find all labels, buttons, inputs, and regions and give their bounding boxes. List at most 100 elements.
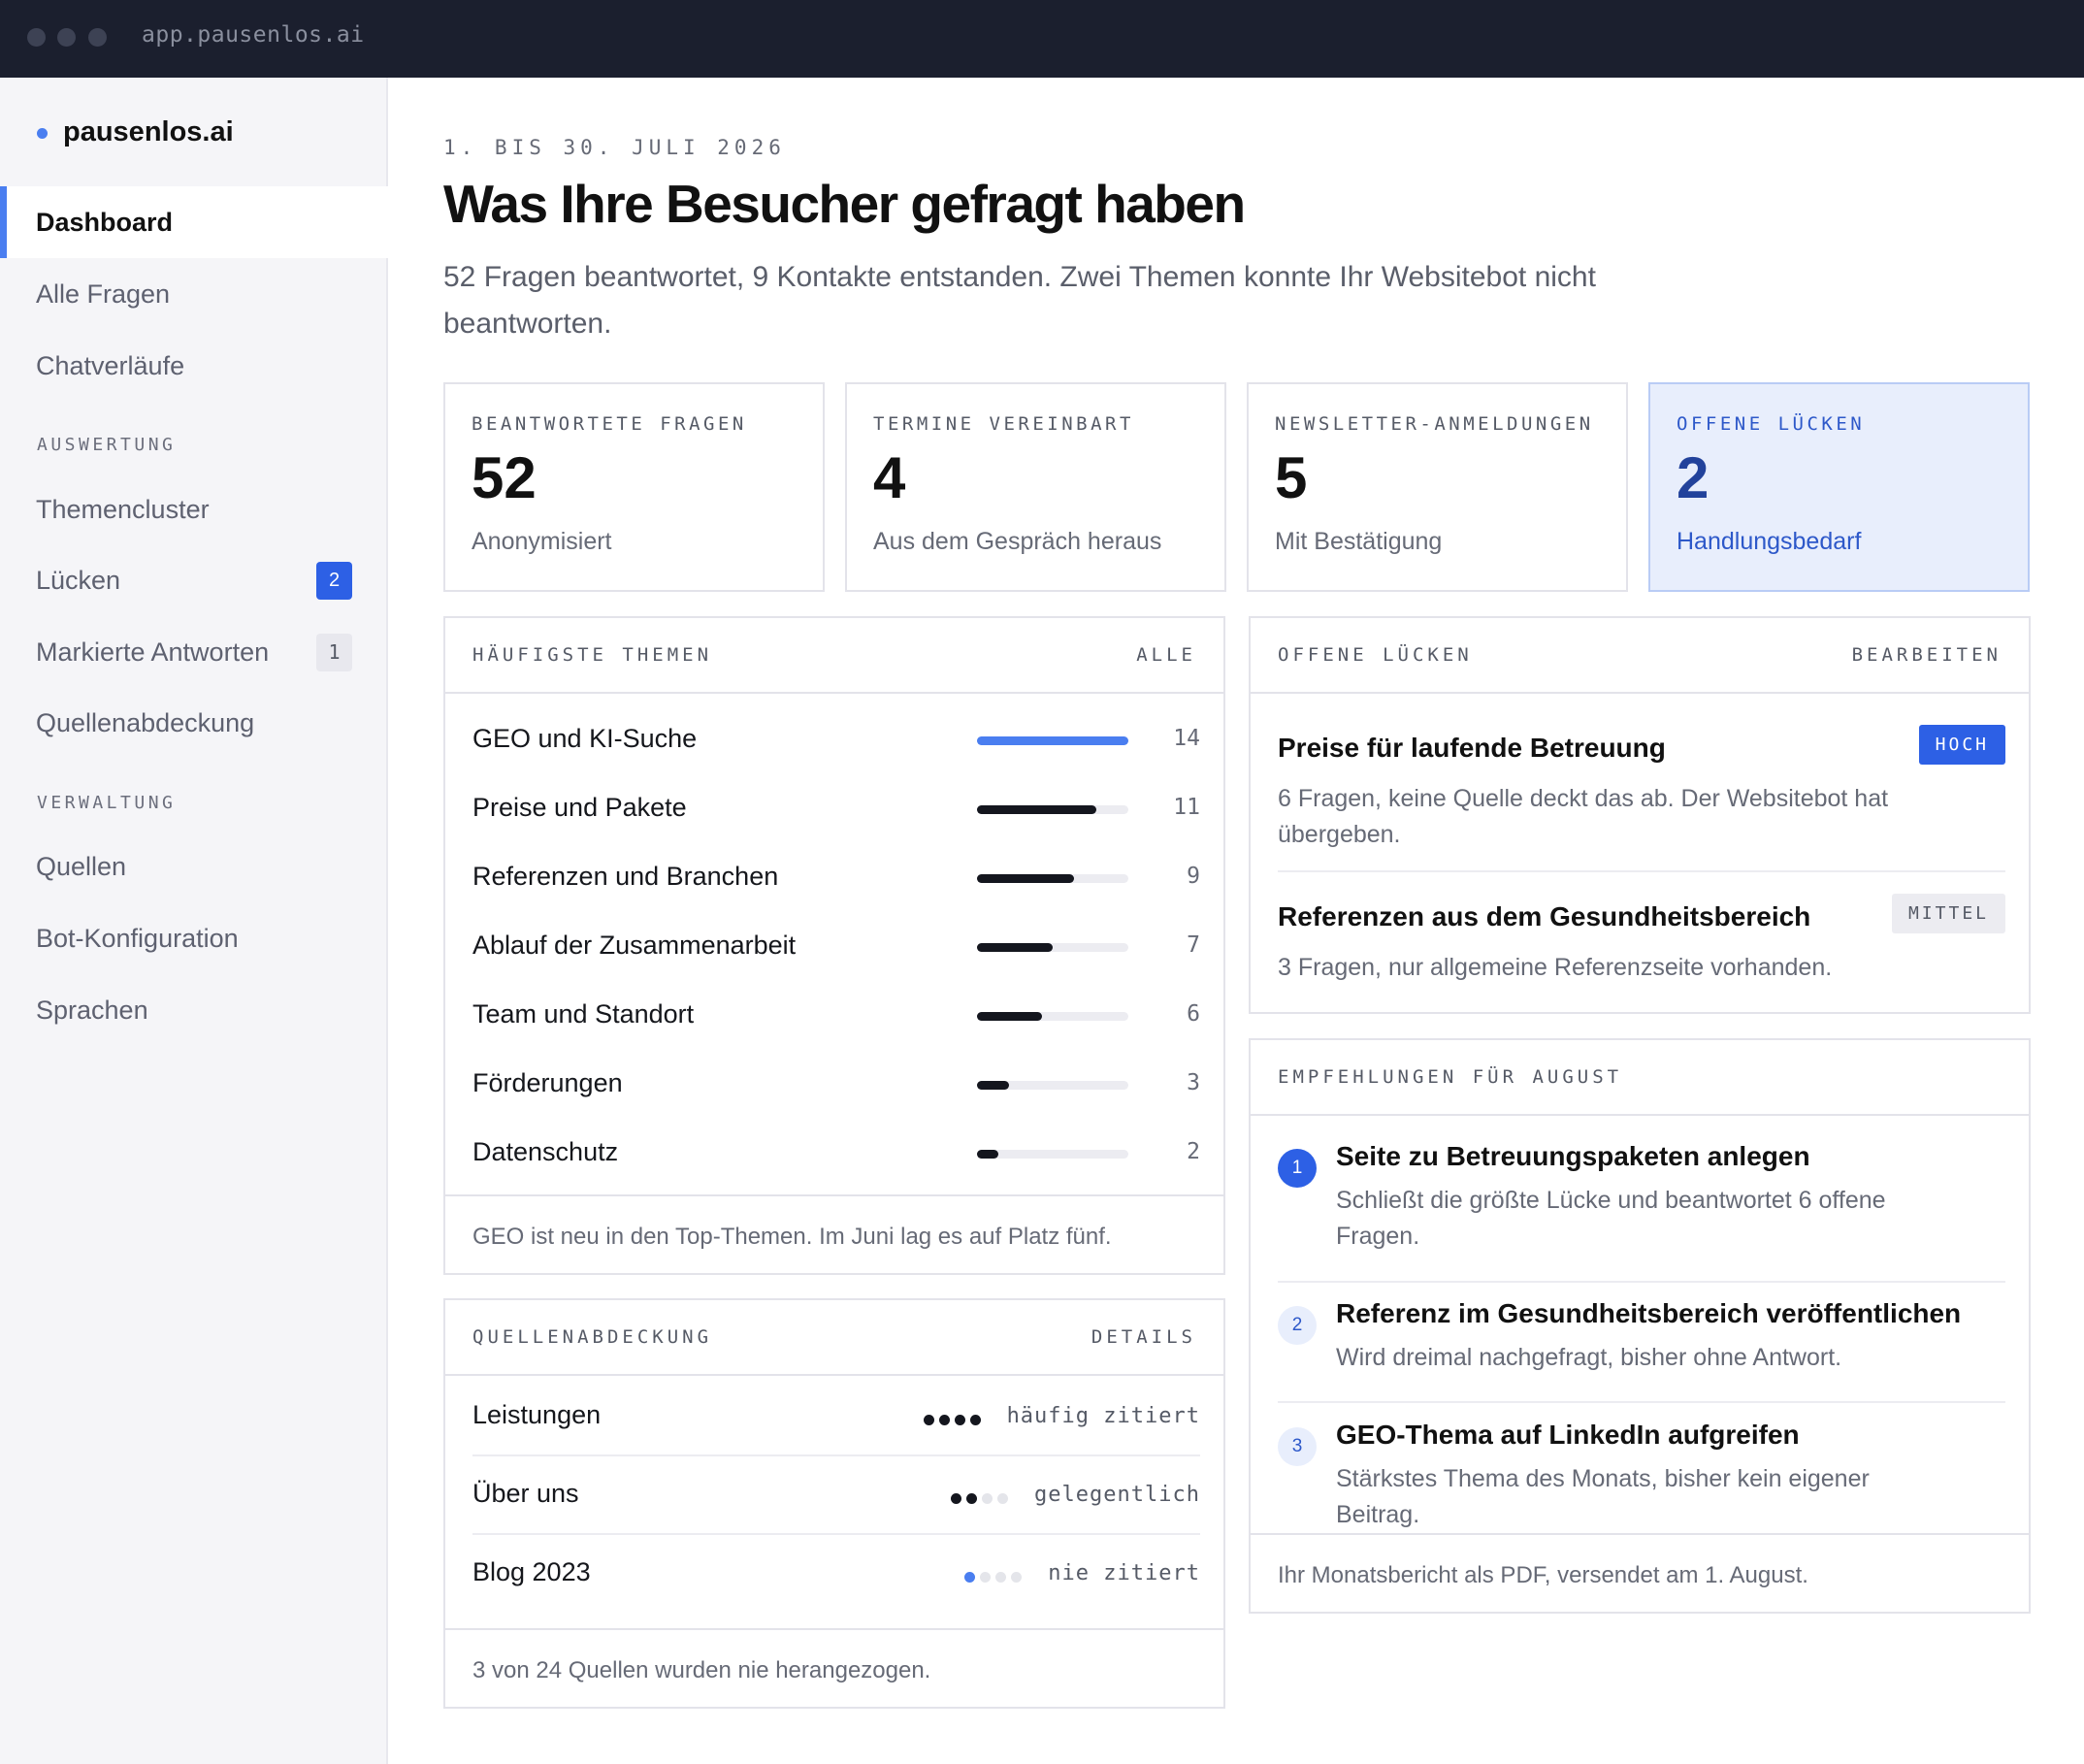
- window-minimize-dot[interactable]: [57, 28, 76, 47]
- sidebar-section-verwaltung: VERWALTUNG: [37, 793, 177, 813]
- card-header: OFFENE LÜCKEN BEARBEITEN: [1251, 618, 2029, 694]
- topic-row[interactable]: Referenzen und Branchen 9: [472, 858, 1200, 897]
- stat-value: 5: [1275, 445, 1308, 510]
- topic-bar-track: [977, 1150, 1128, 1159]
- coverage-dot: [938, 1415, 950, 1425]
- sidebar-item-label: Bot-Konfiguration: [36, 924, 239, 953]
- sidebar-item-quellenabdeckung[interactable]: Quellenabdeckung: [0, 687, 388, 759]
- recommendation-description: Schließt die größte Lücke und beantworte…: [1336, 1187, 1886, 1250]
- stat-value: 2: [1677, 445, 1710, 510]
- topic-bar-fill: [977, 736, 1128, 745]
- page-subtitle: 52 Fragen beantwortet, 9 Kontakte entsta…: [443, 261, 1596, 340]
- topic-label: Datenschutz: [472, 1137, 619, 1166]
- recommendations-footer-note: Ihr Monatsbericht als PDF, versendet am …: [1251, 1533, 2029, 1614]
- gaps-card: OFFENE LÜCKEN BEARBEITEN Preise für lauf…: [1249, 616, 2031, 1014]
- window-zoom-dot[interactable]: [88, 28, 107, 47]
- sidebar-item-alle-fragen[interactable]: Alle Fragen: [0, 258, 388, 330]
- coverage-dot: [954, 1415, 965, 1425]
- step-number-badge: 1: [1278, 1149, 1317, 1188]
- gap-description: 6 Fragen, keine Quelle deckt das ab. Der…: [1278, 785, 1889, 848]
- divider: [1278, 1281, 2005, 1283]
- topic-bar-fill: [977, 805, 1096, 814]
- coverage-dot: [980, 1572, 992, 1583]
- sidebar-item-markierte-antworten[interactable]: Markierte Antworten 1: [0, 616, 388, 688]
- sources-footer-note: 3 von 24 Quellen wurden nie herangezogen…: [445, 1628, 1223, 1709]
- gaps-edit-link[interactable]: BEARBEITEN: [1852, 644, 2002, 666]
- topic-count: 6: [1187, 1001, 1200, 1027]
- gap-title: Preise für laufende Betreuung: [1278, 733, 1666, 763]
- card-title: QUELLENABDECKUNG: [472, 1326, 713, 1348]
- divider: [1278, 1401, 2005, 1403]
- coverage-dot: [969, 1415, 981, 1425]
- topic-count: 2: [1187, 1139, 1200, 1164]
- coverage-dot: [923, 1415, 934, 1425]
- coverage-dots: [951, 1491, 1013, 1504]
- card-header: QUELLENABDECKUNG DETAILS: [445, 1300, 1223, 1376]
- page-title: Was Ihre Besucher gefragt haben: [443, 174, 1246, 234]
- coverage-dot: [997, 1493, 1009, 1504]
- topic-bar-fill: [977, 1081, 1010, 1090]
- gap-description: 3 Fragen, nur allgemeine Referenzseite v…: [1278, 954, 1833, 981]
- stat-sub: Aus dem Gespräch heraus: [873, 528, 1162, 555]
- topics-all-link[interactable]: ALLE: [1136, 644, 1196, 666]
- topic-bar-fill: [977, 1012, 1042, 1021]
- topic-count: 9: [1187, 864, 1200, 889]
- topic-row[interactable]: GEO und KI-Suche 14: [472, 720, 1200, 759]
- source-row[interactable]: Leistungen häufig zitiert: [472, 1379, 1200, 1456]
- recommendation-title: Seite zu Betreuungspaketen anlegen: [1336, 1141, 1810, 1171]
- topic-row[interactable]: Team und Standort 6: [472, 996, 1200, 1034]
- card-header: HÄUFIGSTE THEMEN ALLE: [445, 618, 1223, 694]
- sidebar-item-label: Sprachen: [36, 996, 148, 1025]
- card-title: HÄUFIGSTE THEMEN: [472, 644, 713, 666]
- source-label: Leistungen: [472, 1400, 602, 1429]
- stat-value: 52: [472, 445, 537, 510]
- topic-row[interactable]: Ablauf der Zusammenarbeit 7: [472, 927, 1200, 965]
- source-status: häufig zitiert: [1006, 1404, 1200, 1428]
- stat-card-newsletter: NEWSLETTER-ANMELDUNGEN 5 Mit Bestätigung: [1247, 382, 1628, 592]
- source-row[interactable]: Über uns gelegentlich: [472, 1457, 1200, 1535]
- sidebar-item-quellen[interactable]: Quellen: [0, 831, 388, 902]
- topic-row[interactable]: Preise und Pakete 11: [472, 789, 1200, 828]
- stat-sub: Handlungsbedarf: [1677, 528, 1862, 555]
- step-number-badge: 3: [1278, 1427, 1317, 1466]
- sidebar: pausenlos.ai Dashboard Alle Fragen Chatv…: [0, 78, 388, 1764]
- count-badge: 1: [316, 634, 352, 671]
- brand-logo[interactable]: pausenlos.ai: [63, 116, 234, 148]
- recommendation-description: Stärkstes Thema des Monats, bisher kein …: [1336, 1465, 1870, 1528]
- sidebar-item-sprachen[interactable]: Sprachen: [0, 974, 388, 1046]
- sidebar-item-bot-konfiguration[interactable]: Bot-Konfiguration: [0, 902, 388, 974]
- sidebar-item-chatverlaeufe[interactable]: Chatverläufe: [0, 330, 388, 402]
- sidebar-item-label: Quellenabdeckung: [36, 708, 255, 737]
- date-range: 1. BIS 30. JULI 2026: [443, 136, 786, 159]
- coverage-dot: [964, 1572, 976, 1583]
- recommendation-description: Wird dreimal nachgefragt, bisher ohne An…: [1336, 1344, 1842, 1371]
- sidebar-item-dashboard[interactable]: Dashboard: [0, 186, 388, 258]
- source-row[interactable]: Blog 2023 nie zitiert: [472, 1536, 1200, 1614]
- step-number-badge: 2: [1278, 1306, 1317, 1345]
- sidebar-item-label: Alle Fragen: [36, 279, 171, 309]
- stat-card-offene-luecken[interactable]: OFFENE LÜCKEN 2 Handlungsbedarf: [1648, 382, 2030, 592]
- topic-bar-track: [977, 1081, 1128, 1090]
- window-close-dot[interactable]: [27, 28, 46, 47]
- sources-details-link[interactable]: DETAILS: [1091, 1326, 1196, 1348]
- stat-label: NEWSLETTER-ANMELDUNGEN: [1275, 413, 1594, 435]
- topics-footer-note: GEO ist neu in den Top-Themen. Im Juni l…: [445, 1194, 1223, 1275]
- address-bar-url[interactable]: app.pausenlos.ai: [142, 22, 365, 48]
- topic-label: Ablauf der Zusammenarbeit: [472, 931, 797, 960]
- topic-bar-fill: [977, 874, 1075, 883]
- source-status: gelegentlich: [1034, 1483, 1200, 1507]
- gap-title: Referenzen aus dem Gesundheitsbereich: [1278, 901, 1811, 931]
- sidebar-item-label: Quellen: [36, 852, 127, 881]
- priority-badge: MITTEL: [1891, 894, 2005, 933]
- topic-row[interactable]: Förderungen 3: [472, 1064, 1200, 1103]
- sidebar-item-label: Lücken: [36, 566, 121, 595]
- topic-row[interactable]: Datenschutz 2: [472, 1133, 1200, 1172]
- recommendation-title: GEO-Thema auf LinkedIn aufgreifen: [1336, 1420, 1800, 1450]
- sidebar-item-themencluster[interactable]: Themencluster: [0, 474, 388, 545]
- stat-card-beantwortete-fragen: BEANTWORTETE FRAGEN 52 Anonymisiert: [443, 382, 825, 592]
- sidebar-item-luecken[interactable]: Lücken 2: [0, 544, 388, 616]
- topic-label: GEO und KI-Suche: [472, 724, 698, 753]
- stat-card-termine: TERMINE VEREINBART 4 Aus dem Gespräch he…: [845, 382, 1226, 592]
- topic-bar-track: [977, 874, 1128, 883]
- topic-bar-track: [977, 805, 1128, 814]
